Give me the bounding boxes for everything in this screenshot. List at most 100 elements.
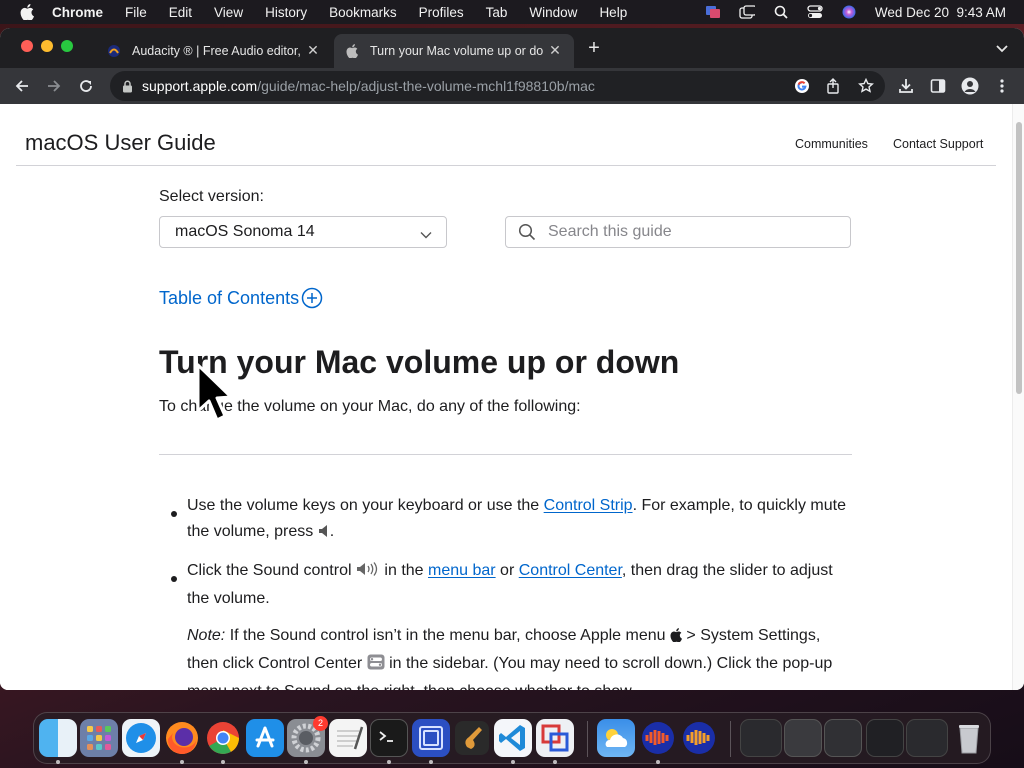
running-indicator: [180, 760, 184, 764]
menu-file[interactable]: File: [125, 5, 147, 20]
page-title: Turn your Mac volume up or down: [159, 344, 680, 380]
tab-close-icon[interactable]: ✕: [306, 43, 320, 57]
running-indicator: [221, 760, 225, 764]
menu-view[interactable]: View: [214, 5, 243, 20]
search-icon: [518, 223, 536, 241]
page-scrollbar[interactable]: [1012, 104, 1024, 690]
menu-app-name[interactable]: Chrome: [52, 5, 103, 20]
spotlight-search-icon[interactable]: [773, 5, 789, 19]
bookmark-star-icon[interactable]: [857, 77, 875, 95]
control-center-icon[interactable]: [807, 5, 823, 19]
lock-icon[interactable]: [122, 79, 134, 93]
running-indicator: [56, 760, 60, 764]
vscode-icon[interactable]: [494, 719, 532, 757]
running-indicator: [387, 760, 391, 764]
dock-separator: [730, 721, 731, 757]
apple-menu-icon[interactable]: [18, 3, 36, 21]
minimized-window-3[interactable]: [824, 719, 862, 757]
minimized-window-4[interactable]: [866, 719, 904, 757]
running-indicator: [304, 760, 308, 764]
nav-contact-support-link[interactable]: Contact Support: [893, 137, 983, 151]
macos-menu-bar: Chrome File Edit View History Bookmarks …: [0, 0, 1024, 24]
garageband-icon[interactable]: [453, 719, 491, 757]
menu-profiles[interactable]: Profiles: [419, 5, 464, 20]
minimized-window-1[interactable]: [740, 719, 782, 757]
note-label: Note:: [187, 627, 226, 644]
minimized-window-2[interactable]: [784, 719, 822, 757]
tab-title: Audacity ® | Free Audio editor,: [132, 44, 301, 58]
menu-history[interactable]: History: [265, 5, 307, 20]
app-store-icon[interactable]: [246, 719, 284, 757]
table-of-contents-link[interactable]: Table of Contents: [159, 287, 323, 309]
downloads-icon[interactable]: [896, 76, 916, 96]
mute-speaker-icon: [318, 521, 330, 547]
profile-avatar-icon[interactable]: [960, 76, 980, 96]
google-lens-icon[interactable]: [793, 77, 811, 95]
launchpad-icon[interactable]: [80, 719, 118, 757]
siri-icon[interactable]: [841, 5, 857, 19]
running-indicator: [429, 760, 433, 764]
firefox-icon[interactable]: [163, 719, 201, 757]
version-select[interactable]: macOS Sonoma 14: [159, 216, 447, 248]
menu-help[interactable]: Help: [599, 5, 627, 20]
tab-strip: Audacity ® | Free Audio editor, ✕ Turn y…: [0, 28, 1024, 68]
reload-icon[interactable]: [76, 76, 96, 96]
parallels-icon[interactable]: [536, 719, 574, 757]
version-select-value: macOS Sonoma 14: [175, 223, 315, 240]
plus-circle-icon: [301, 287, 323, 309]
control-center-inline-icon: [367, 653, 385, 679]
weather-icon[interactable]: [597, 719, 635, 757]
menu-edit[interactable]: Edit: [169, 5, 192, 20]
list-item-sound-control: Click the Sound control in the menu bar …: [187, 562, 833, 607]
tab-audacity[interactable]: Audacity ® | Free Audio editor, ✕: [96, 34, 332, 68]
toc-label: Table of Contents: [159, 287, 300, 308]
dock-separator: [587, 721, 588, 757]
notification-badge: 2: [313, 716, 328, 731]
minimize-window-button[interactable]: [41, 40, 53, 52]
running-indicator: [553, 760, 557, 764]
menu-clock[interactable]: Wed Dec 20 9:43 AM: [875, 5, 1006, 20]
window-switcher-icon[interactable]: [739, 5, 755, 19]
control-strip-link[interactable]: Control Strip: [544, 497, 633, 514]
forward-arrow-icon[interactable]: [44, 76, 64, 96]
chrome-menu-icon[interactable]: [992, 76, 1012, 96]
browser-window: Audacity ® | Free Audio editor, ✕ Turn y…: [0, 28, 1024, 690]
trash-icon[interactable]: [950, 719, 988, 757]
menu-bar-link[interactable]: menu bar: [428, 562, 496, 579]
screen-capture-icon[interactable]: [705, 5, 721, 19]
tab-apple-support[interactable]: Turn your Mac volume up or do ✕: [334, 34, 574, 68]
menu-window[interactable]: Window: [529, 5, 577, 20]
chrome-icon[interactable]: [204, 719, 242, 757]
side-panel-icon[interactable]: [928, 76, 948, 96]
address-bar[interactable]: support.apple.com/guide/mac-help/adjust-…: [110, 71, 885, 101]
back-arrow-icon[interactable]: [12, 76, 32, 96]
scrollbar-thumb[interactable]: [1016, 122, 1022, 394]
tab-search-chevron-icon[interactable]: [994, 40, 1010, 56]
screen-sharing-icon[interactable]: [412, 719, 450, 757]
share-icon[interactable]: [824, 77, 842, 95]
dock: 2: [33, 712, 991, 764]
new-tab-button[interactable]: +: [584, 38, 604, 58]
search-input[interactable]: [548, 223, 828, 241]
control-center-link[interactable]: Control Center: [519, 562, 622, 579]
apple-favicon-icon: [344, 43, 360, 59]
textedit-icon[interactable]: [329, 719, 367, 757]
fullscreen-window-button[interactable]: [61, 40, 73, 52]
finder-icon[interactable]: [39, 719, 77, 757]
guide-search[interactable]: [505, 216, 851, 248]
terminal-icon[interactable]: [370, 719, 408, 757]
audacity-2-icon[interactable]: [680, 719, 718, 757]
audacity-icon[interactable]: [639, 719, 677, 757]
audacity-favicon-icon: [106, 43, 122, 59]
web-page: macOS User Guide Communities Contact Sup…: [0, 104, 1012, 690]
bullet-dot: [171, 511, 177, 517]
nav-communities-link[interactable]: Communities: [795, 137, 868, 151]
guide-title[interactable]: macOS User Guide: [25, 130, 216, 156]
running-indicator: [656, 760, 660, 764]
menu-bookmarks[interactable]: Bookmarks: [329, 5, 397, 20]
safari-icon[interactable]: [122, 719, 160, 757]
minimized-window-5[interactable]: [906, 719, 948, 757]
close-window-button[interactable]: [21, 40, 33, 52]
tab-close-icon[interactable]: ✕: [548, 43, 562, 57]
menu-tab[interactable]: Tab: [486, 5, 508, 20]
